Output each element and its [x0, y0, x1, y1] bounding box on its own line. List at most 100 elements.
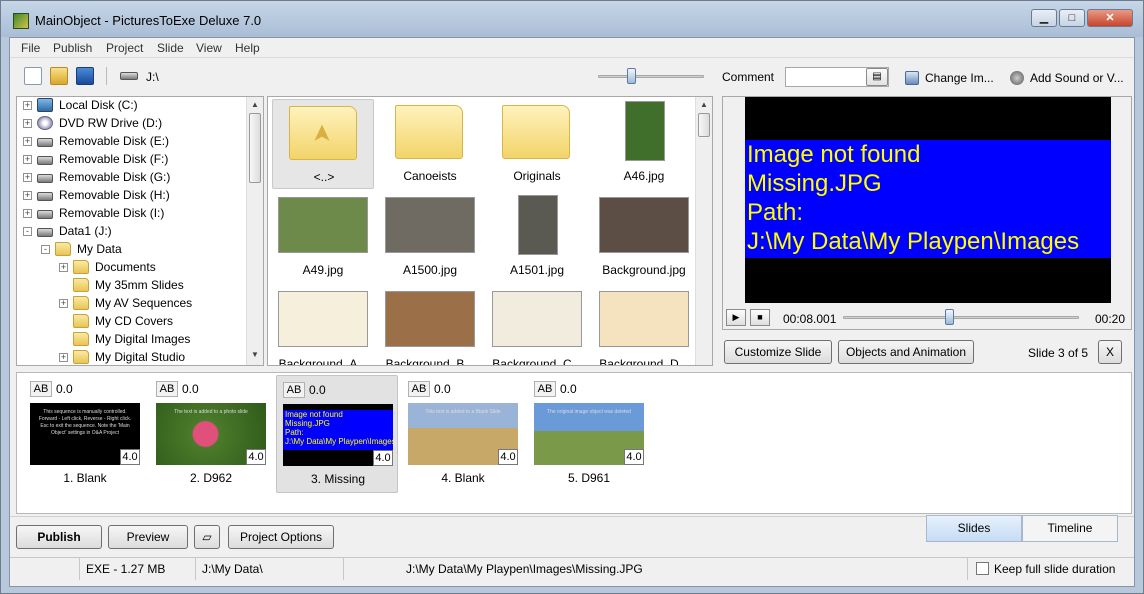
- scroll-up-arrow-icon[interactable]: ▲: [247, 97, 263, 113]
- objects-animation-button[interactable]: Objects and Animation: [838, 340, 974, 364]
- title-bar: MainObject - PicturesToExe Deluxe 7.0 ▁ …: [1, 1, 1143, 37]
- slide-item[interactable]: AB 0.0 The original image object was delet…: [528, 375, 650, 493]
- save-icon[interactable]: [76, 67, 94, 85]
- image-thumbnail: [278, 291, 368, 347]
- playback-seek-thumb[interactable]: [945, 309, 955, 325]
- folder-tree-scroll-thumb[interactable]: [249, 113, 261, 183]
- tree-item-label: Removable Disk (E:): [59, 134, 170, 148]
- slide-duration[interactable]: 4.0: [246, 449, 266, 465]
- close-preview-button[interactable]: X: [1098, 340, 1122, 364]
- add-sound-button[interactable]: Add Sound or V...: [1010, 71, 1124, 85]
- slide-item[interactable]: AB 0.0 This text is added to a Blank Slide…: [402, 375, 524, 493]
- missing-line: Missing.JPG: [285, 419, 330, 428]
- file-item[interactable]: A1501.jpg: [486, 193, 588, 283]
- slide-duration[interactable]: 4.0: [373, 450, 393, 466]
- file-item[interactable]: A46.jpg: [593, 99, 695, 189]
- collapse-icon[interactable]: -: [41, 245, 50, 254]
- file-item[interactable]: A1500.jpg: [379, 193, 481, 283]
- slide-duration[interactable]: 4.0: [120, 449, 140, 465]
- expand-icon[interactable]: +: [59, 299, 68, 308]
- file-item[interactable]: Originals: [486, 99, 588, 189]
- file-item[interactable]: Background_B...: [379, 287, 481, 365]
- expand-icon[interactable]: +: [59, 353, 68, 362]
- playback-seek-slider[interactable]: [843, 316, 1079, 319]
- slide-duration[interactable]: 4.0: [624, 449, 644, 465]
- transition-badge[interactable]: AB: [156, 381, 178, 397]
- maximize-button[interactable]: □: [1059, 9, 1085, 27]
- menu-publish[interactable]: Publish: [53, 41, 92, 55]
- menu-view[interactable]: View: [196, 41, 222, 55]
- folder-tree-scrollbar[interactable]: ▲ ▼: [246, 97, 263, 365]
- expand-icon[interactable]: +: [59, 263, 68, 272]
- folder-icon: [73, 332, 89, 346]
- close-button[interactable]: ✕: [1087, 9, 1133, 27]
- menu-bar: File Publish Project Slide View Help: [10, 38, 1134, 58]
- missing-line: Path:: [285, 428, 304, 437]
- transition-badge[interactable]: AB: [408, 381, 430, 397]
- comment-edit-button[interactable]: ▤: [866, 68, 888, 86]
- expand-icon[interactable]: +: [23, 137, 32, 146]
- file-item[interactable]: ➤ <..>: [272, 99, 374, 189]
- menu-project[interactable]: Project: [106, 41, 143, 55]
- tree-item-label: My 35mm Slides: [95, 278, 184, 292]
- file-browser-scrollbar[interactable]: ▲: [695, 97, 712, 365]
- drive-path: J:\: [146, 70, 159, 84]
- file-item[interactable]: Background.jpg: [593, 193, 695, 283]
- file-browser: ➤ <..> Canoeists Originals A46.jpg A49.jpg A15…: [267, 96, 713, 366]
- publish-button[interactable]: Publish: [16, 525, 102, 549]
- folder-icon: [73, 314, 89, 328]
- tree-item-label: My AV Sequences: [95, 296, 193, 310]
- thumbnail-size-slider[interactable]: [598, 75, 704, 78]
- play-button[interactable]: ▶: [726, 309, 746, 326]
- menu-slide[interactable]: Slide: [157, 41, 184, 55]
- slide-item[interactable]: AB 0.0 Image not found Missing.JPG Path: J:\M…: [276, 375, 398, 493]
- file-item[interactable]: Background_A...: [272, 287, 374, 365]
- project-options-button[interactable]: Project Options: [228, 525, 334, 549]
- expand-icon[interactable]: +: [23, 119, 32, 128]
- folder-icon: [502, 105, 570, 159]
- slide-item[interactable]: AB 0.0 The text is added to a photo slide 4…: [150, 375, 272, 493]
- slide-name: 1. Blank: [63, 471, 107, 485]
- expand-icon[interactable]: +: [23, 209, 32, 218]
- transition-badge[interactable]: AB: [534, 381, 556, 397]
- screen-preview-button[interactable]: ▱: [194, 525, 220, 549]
- scroll-down-arrow-icon[interactable]: ▼: [247, 347, 263, 363]
- stop-button[interactable]: ■: [750, 309, 770, 326]
- file-item[interactable]: Background_C...: [486, 287, 588, 365]
- file-browser-scroll-thumb[interactable]: [698, 113, 710, 137]
- menu-file[interactable]: File: [21, 41, 40, 55]
- menu-help[interactable]: Help: [235, 41, 260, 55]
- thumbnail-size-slider-thumb[interactable]: [627, 68, 636, 84]
- file-item[interactable]: Canoeists: [379, 99, 481, 189]
- expand-icon[interactable]: +: [23, 101, 32, 110]
- keep-duration-checkbox[interactable]: [976, 562, 989, 575]
- image-thumbnail: [599, 291, 689, 347]
- file-name: A1500.jpg: [402, 263, 458, 277]
- scroll-up-arrow-icon[interactable]: ▲: [696, 97, 712, 113]
- file-item[interactable]: A49.jpg: [272, 193, 374, 283]
- expand-icon[interactable]: +: [23, 191, 32, 200]
- preview-button[interactable]: Preview: [108, 525, 188, 549]
- preview-screen[interactable]: Image not found Missing.JPG Path: J:\My …: [745, 97, 1111, 303]
- file-item[interactable]: Background_D...: [593, 287, 695, 365]
- open-folder-icon[interactable]: [50, 67, 68, 85]
- folder-icon: [73, 260, 89, 274]
- file-name: <..>: [313, 170, 335, 184]
- customize-slide-button[interactable]: Customize Slide: [724, 340, 832, 364]
- slide-item[interactable]: AB 0.0 This sequence is manually controlle…: [24, 375, 146, 493]
- expand-icon[interactable]: +: [23, 173, 32, 182]
- status-bar: EXE - 1.27 MB J:\My Data\ J:\My Data\My …: [10, 557, 1134, 580]
- change-image-button[interactable]: Change Im...: [905, 71, 994, 85]
- transition-badge[interactable]: AB: [30, 381, 52, 397]
- tab-slides[interactable]: Slides: [926, 515, 1022, 542]
- slide-duration[interactable]: 4.0: [498, 449, 518, 465]
- tab-timeline[interactable]: Timeline: [1022, 515, 1118, 542]
- new-project-icon[interactable]: [24, 67, 42, 85]
- transition-badge[interactable]: AB: [283, 382, 305, 398]
- missing-line: Image not found: [747, 141, 921, 168]
- dvd-drive-icon: [37, 116, 53, 130]
- collapse-icon[interactable]: -: [23, 227, 32, 236]
- expand-icon[interactable]: +: [23, 155, 32, 164]
- local-disk-icon: [37, 98, 53, 112]
- minimize-button[interactable]: ▁: [1031, 9, 1057, 27]
